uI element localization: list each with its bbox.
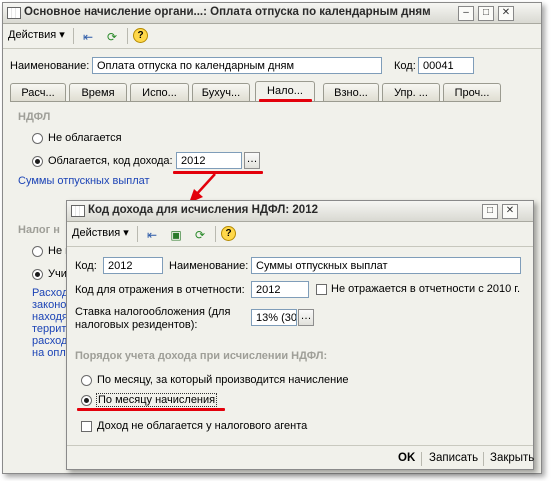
- partial-link-line[interactable]: находя: [32, 311, 68, 323]
- not-taxed-agent-label: Доход не облагается у налогового агента: [97, 420, 308, 432]
- maximize-button[interactable]: □: [482, 204, 498, 219]
- select-button[interactable]: …: [244, 152, 260, 169]
- actions-menu-button[interactable]: Действия ▾: [8, 28, 65, 41]
- rate-field[interactable]: 13% (30%: [251, 309, 297, 326]
- partial-link-line[interactable]: законо: [32, 299, 66, 311]
- radio-month-accrual-made-label: По месяцу, за который производится начис…: [97, 374, 349, 386]
- tab-usage[interactable]: Испо...: [130, 83, 189, 102]
- tab-accounting[interactable]: Бухуч...: [192, 83, 250, 102]
- dialog-name-label: Наименование:: [169, 260, 249, 272]
- not-reflected-checkbox[interactable]: [316, 284, 327, 295]
- toolbar-separator: [137, 226, 138, 242]
- window-form-icon: [7, 7, 21, 19]
- month-accrual-highlight: [77, 408, 225, 411]
- save-and-close-icon[interactable]: ⇤: [79, 28, 97, 46]
- radio-month-accrual[interactable]: [81, 395, 92, 406]
- not-reflected-label: Не отражается в отчетности с 2010 г.: [331, 283, 520, 295]
- main-toolbar: Действия ▾ ⇤ ⟳ ?: [3, 24, 541, 49]
- dialog-code-label: Код:: [75, 260, 97, 272]
- income-code-link[interactable]: Суммы отпускных выплат: [18, 175, 150, 187]
- dropdown-arrow-icon: ▾: [123, 227, 129, 239]
- dialog-code-field[interactable]: 2012: [103, 257, 163, 274]
- report-code-label: Код для отражения в отчетности:: [75, 284, 245, 296]
- code-field[interactable]: 00041: [418, 57, 474, 74]
- maximize-button[interactable]: □: [478, 6, 494, 21]
- radio-partial-2[interactable]: [32, 269, 43, 280]
- radio-taxed-code[interactable]: [32, 156, 43, 167]
- radio-not-taxed[interactable]: [32, 133, 43, 144]
- toolbar-separator: [73, 28, 74, 44]
- button-separator: [421, 452, 422, 466]
- help-icon[interactable]: ?: [133, 28, 148, 43]
- radio-taxed-code-label: Облагается, код дохода:: [48, 155, 173, 167]
- save-and-close-icon[interactable]: ⇤: [143, 226, 161, 244]
- radio-month-accrual-made[interactable]: [81, 375, 92, 386]
- name-field[interactable]: Оплата отпуска по календарным дням: [92, 57, 382, 74]
- refresh-icon[interactable]: ⟳: [103, 28, 121, 46]
- ok-button[interactable]: OK: [398, 452, 415, 464]
- dropdown-arrow-icon: ▾: [59, 29, 65, 41]
- income-code-field[interactable]: 2012: [176, 152, 242, 169]
- tab-other[interactable]: Проч...: [443, 83, 501, 102]
- tab-management[interactable]: Упр. ...: [382, 83, 440, 102]
- write-icon[interactable]: ▣: [167, 226, 185, 244]
- main-titlebar[interactable]: Основное начисление органи...: Оплата от…: [3, 3, 541, 24]
- window-form-icon: [71, 205, 85, 217]
- rate-label-line2: налоговых резидентов):: [75, 319, 198, 331]
- button-separator: [483, 452, 484, 466]
- help-icon[interactable]: ?: [221, 226, 236, 241]
- accounting-group-title: Порядок учета дохода при исчислении НДФЛ…: [75, 350, 328, 362]
- dialog-name-field[interactable]: Суммы отпускных выплат: [251, 257, 521, 274]
- tab-calculation[interactable]: Расч...: [10, 83, 66, 102]
- dialog-titlebar[interactable]: Код дохода для исчисления НДФЛ: 2012 □ ✕: [67, 201, 533, 222]
- tab-panel-border: [10, 101, 500, 102]
- radio-partial-2-label: Учи: [48, 268, 67, 280]
- close-button[interactable]: ✕: [502, 204, 518, 219]
- partial-link-line[interactable]: расход: [32, 335, 67, 347]
- partial-link-line[interactable]: на опл: [32, 347, 66, 359]
- minimize-button[interactable]: –: [458, 6, 474, 21]
- radio-not-taxed-label: Не облагается: [48, 132, 122, 144]
- not-taxed-agent-checkbox[interactable]: [81, 421, 92, 432]
- tax-on-group-title: Налог н: [18, 224, 60, 236]
- close-dialog-button[interactable]: Закрыть: [490, 452, 534, 464]
- main-window-title: Основное начисление органи...: Оплата от…: [24, 6, 431, 18]
- actions-menu-label: Действия: [8, 29, 57, 41]
- dialog-footer-divider: [67, 445, 533, 446]
- tab-contributions[interactable]: Взно...: [323, 83, 379, 102]
- report-code-field[interactable]: 2012: [251, 281, 309, 298]
- close-button[interactable]: ✕: [498, 6, 514, 21]
- name-label: Наименование:: [10, 60, 90, 72]
- rate-select-button[interactable]: …: [298, 309, 314, 326]
- refresh-icon[interactable]: ⟳: [191, 226, 209, 244]
- partial-link-line[interactable]: террит: [32, 323, 66, 335]
- actions-menu-button[interactable]: Действия ▾: [72, 226, 129, 239]
- taxes-tab-highlight: [259, 99, 312, 102]
- save-button[interactable]: Записать: [429, 452, 478, 464]
- code-label: Код:: [394, 60, 416, 72]
- toolbar-separator: [215, 226, 216, 242]
- tab-time[interactable]: Время: [69, 83, 127, 102]
- income-code-dialog: Код дохода для исчисления НДФЛ: 2012 □ ✕…: [66, 200, 534, 470]
- radio-month-accrual-label: По месяцу начисления: [95, 393, 218, 407]
- ndfl-group-title: НДФЛ: [18, 111, 51, 123]
- partial-link-line[interactable]: Расход: [32, 287, 68, 299]
- toolbar-separator: [127, 28, 128, 44]
- actions-menu-label: Действия: [72, 227, 121, 239]
- rate-label-line1: Ставка налогообложения (для: [75, 306, 231, 318]
- radio-partial-1[interactable]: [32, 246, 43, 257]
- dialog-title: Код дохода для исчисления НДФЛ: 2012: [88, 204, 318, 216]
- dialog-toolbar: Действия ▾ ⇤ ▣ ⟳ ?: [67, 222, 533, 247]
